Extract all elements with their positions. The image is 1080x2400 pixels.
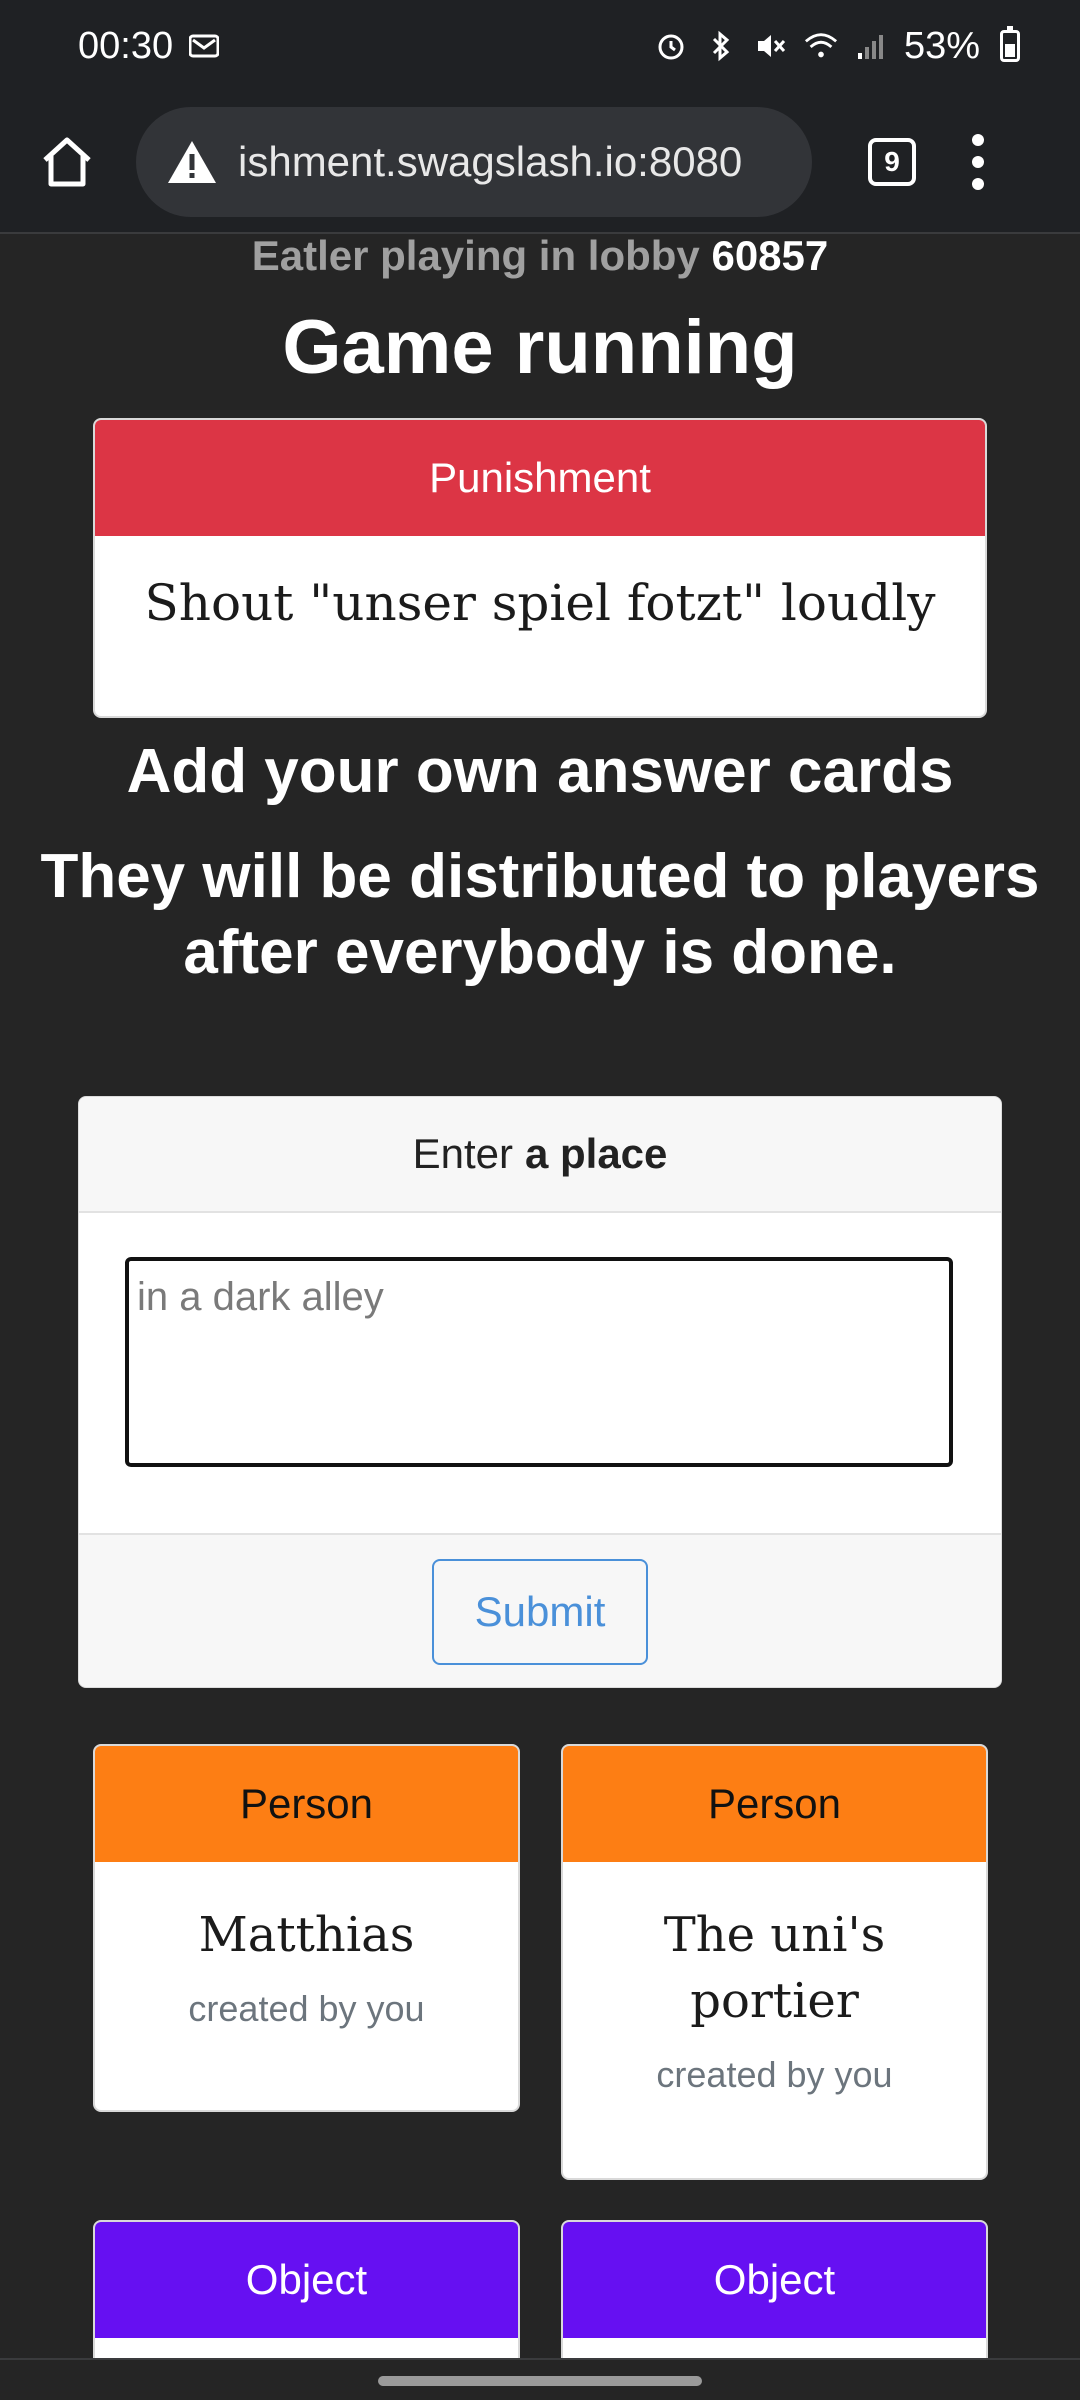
menu-dot [972, 156, 984, 168]
punishment-card: Punishment Shout "unser spiel fotzt" lou… [93, 418, 987, 718]
submit-button[interactable]: Submit [432, 1559, 648, 1665]
wifi-icon [804, 29, 838, 63]
section-title: Add your own answer cards [126, 737, 954, 806]
browser-toolbar: ishment.swagslash.io:8080 9 [0, 92, 1080, 234]
form-body [79, 1213, 1001, 1535]
lobby-code: 60857 [711, 234, 829, 279]
address-bar[interactable]: ishment.swagslash.io:8080 [136, 107, 812, 217]
warning-triangle-icon[interactable] [166, 139, 218, 185]
answer-card[interactable]: Person The uni's portier created by you [561, 1744, 988, 2180]
answer-card-category: Person [563, 1746, 986, 1862]
home-icon [43, 137, 91, 187]
mute-icon [754, 29, 788, 63]
form-prompt: Enter a place [79, 1097, 1001, 1213]
answer-card-category: Person [95, 1746, 518, 1862]
punishment-text: Shout "unser spiel fotzt" loudly [144, 574, 936, 632]
home-button[interactable] [32, 127, 102, 197]
status-time: 00:30 [78, 24, 174, 67]
page-content: Eatler playing in lobby 60857 Game runni… [0, 234, 1080, 2358]
form-footer: Submit [79, 1535, 1001, 1665]
answer-card-text: Matthias [198, 1907, 415, 1963]
alarm-icon [654, 29, 688, 63]
battery-percent: 53% [903, 24, 980, 67]
gesture-nav-bar [0, 2358, 1080, 2400]
form-prompt-bold: a place [524, 1130, 668, 1177]
answer-card[interactable]: Person Matthias created by you [93, 1744, 520, 2112]
section-subtitle: They will be distributed to players afte… [40, 842, 1040, 987]
signal-icon [854, 29, 888, 63]
battery-icon [1000, 26, 1020, 62]
status-right: 53% [654, 25, 1020, 68]
answer-card-body: Matthias created by you [95, 1862, 518, 2030]
answer-card-meta: created by you [656, 2054, 893, 2095]
answer-card-category: Object [563, 2222, 986, 2338]
tab-switcher-button[interactable]: 9 [868, 138, 916, 186]
home-gesture-handle[interactable] [378, 2376, 702, 2386]
lobby-prefix: Eatler playing in lobby [251, 234, 712, 279]
notification-icon [187, 29, 221, 63]
menu-dot [972, 134, 984, 146]
menu-dot [972, 178, 984, 190]
answer-card-text: The uni's portier [663, 1907, 886, 2029]
answer-card-meta: created by you [188, 1988, 425, 2029]
answer-card-body: The uni's portier created by you [563, 1862, 986, 2096]
answer-card-category: Object [95, 2222, 518, 2338]
status-bar: 00:30 53% [0, 0, 1080, 92]
bluetooth-icon [704, 29, 738, 63]
answer-form-card: Enter a place Submit [78, 1096, 1002, 1688]
lobby-info: Eatler playing in lobby 60857 [0, 234, 1080, 278]
url-text: ishment.swagslash.io:8080 [238, 138, 743, 185]
page-title: Game running [282, 305, 798, 390]
punishment-header: Punishment [95, 420, 985, 536]
answer-card[interactable]: Object [561, 2220, 988, 2358]
more-menu-button[interactable] [968, 134, 988, 190]
status-left: 00:30 [78, 25, 221, 68]
answer-card[interactable]: Object [93, 2220, 520, 2358]
answer-input[interactable] [125, 1257, 953, 1467]
form-prompt-prefix: Enter [412, 1130, 513, 1177]
